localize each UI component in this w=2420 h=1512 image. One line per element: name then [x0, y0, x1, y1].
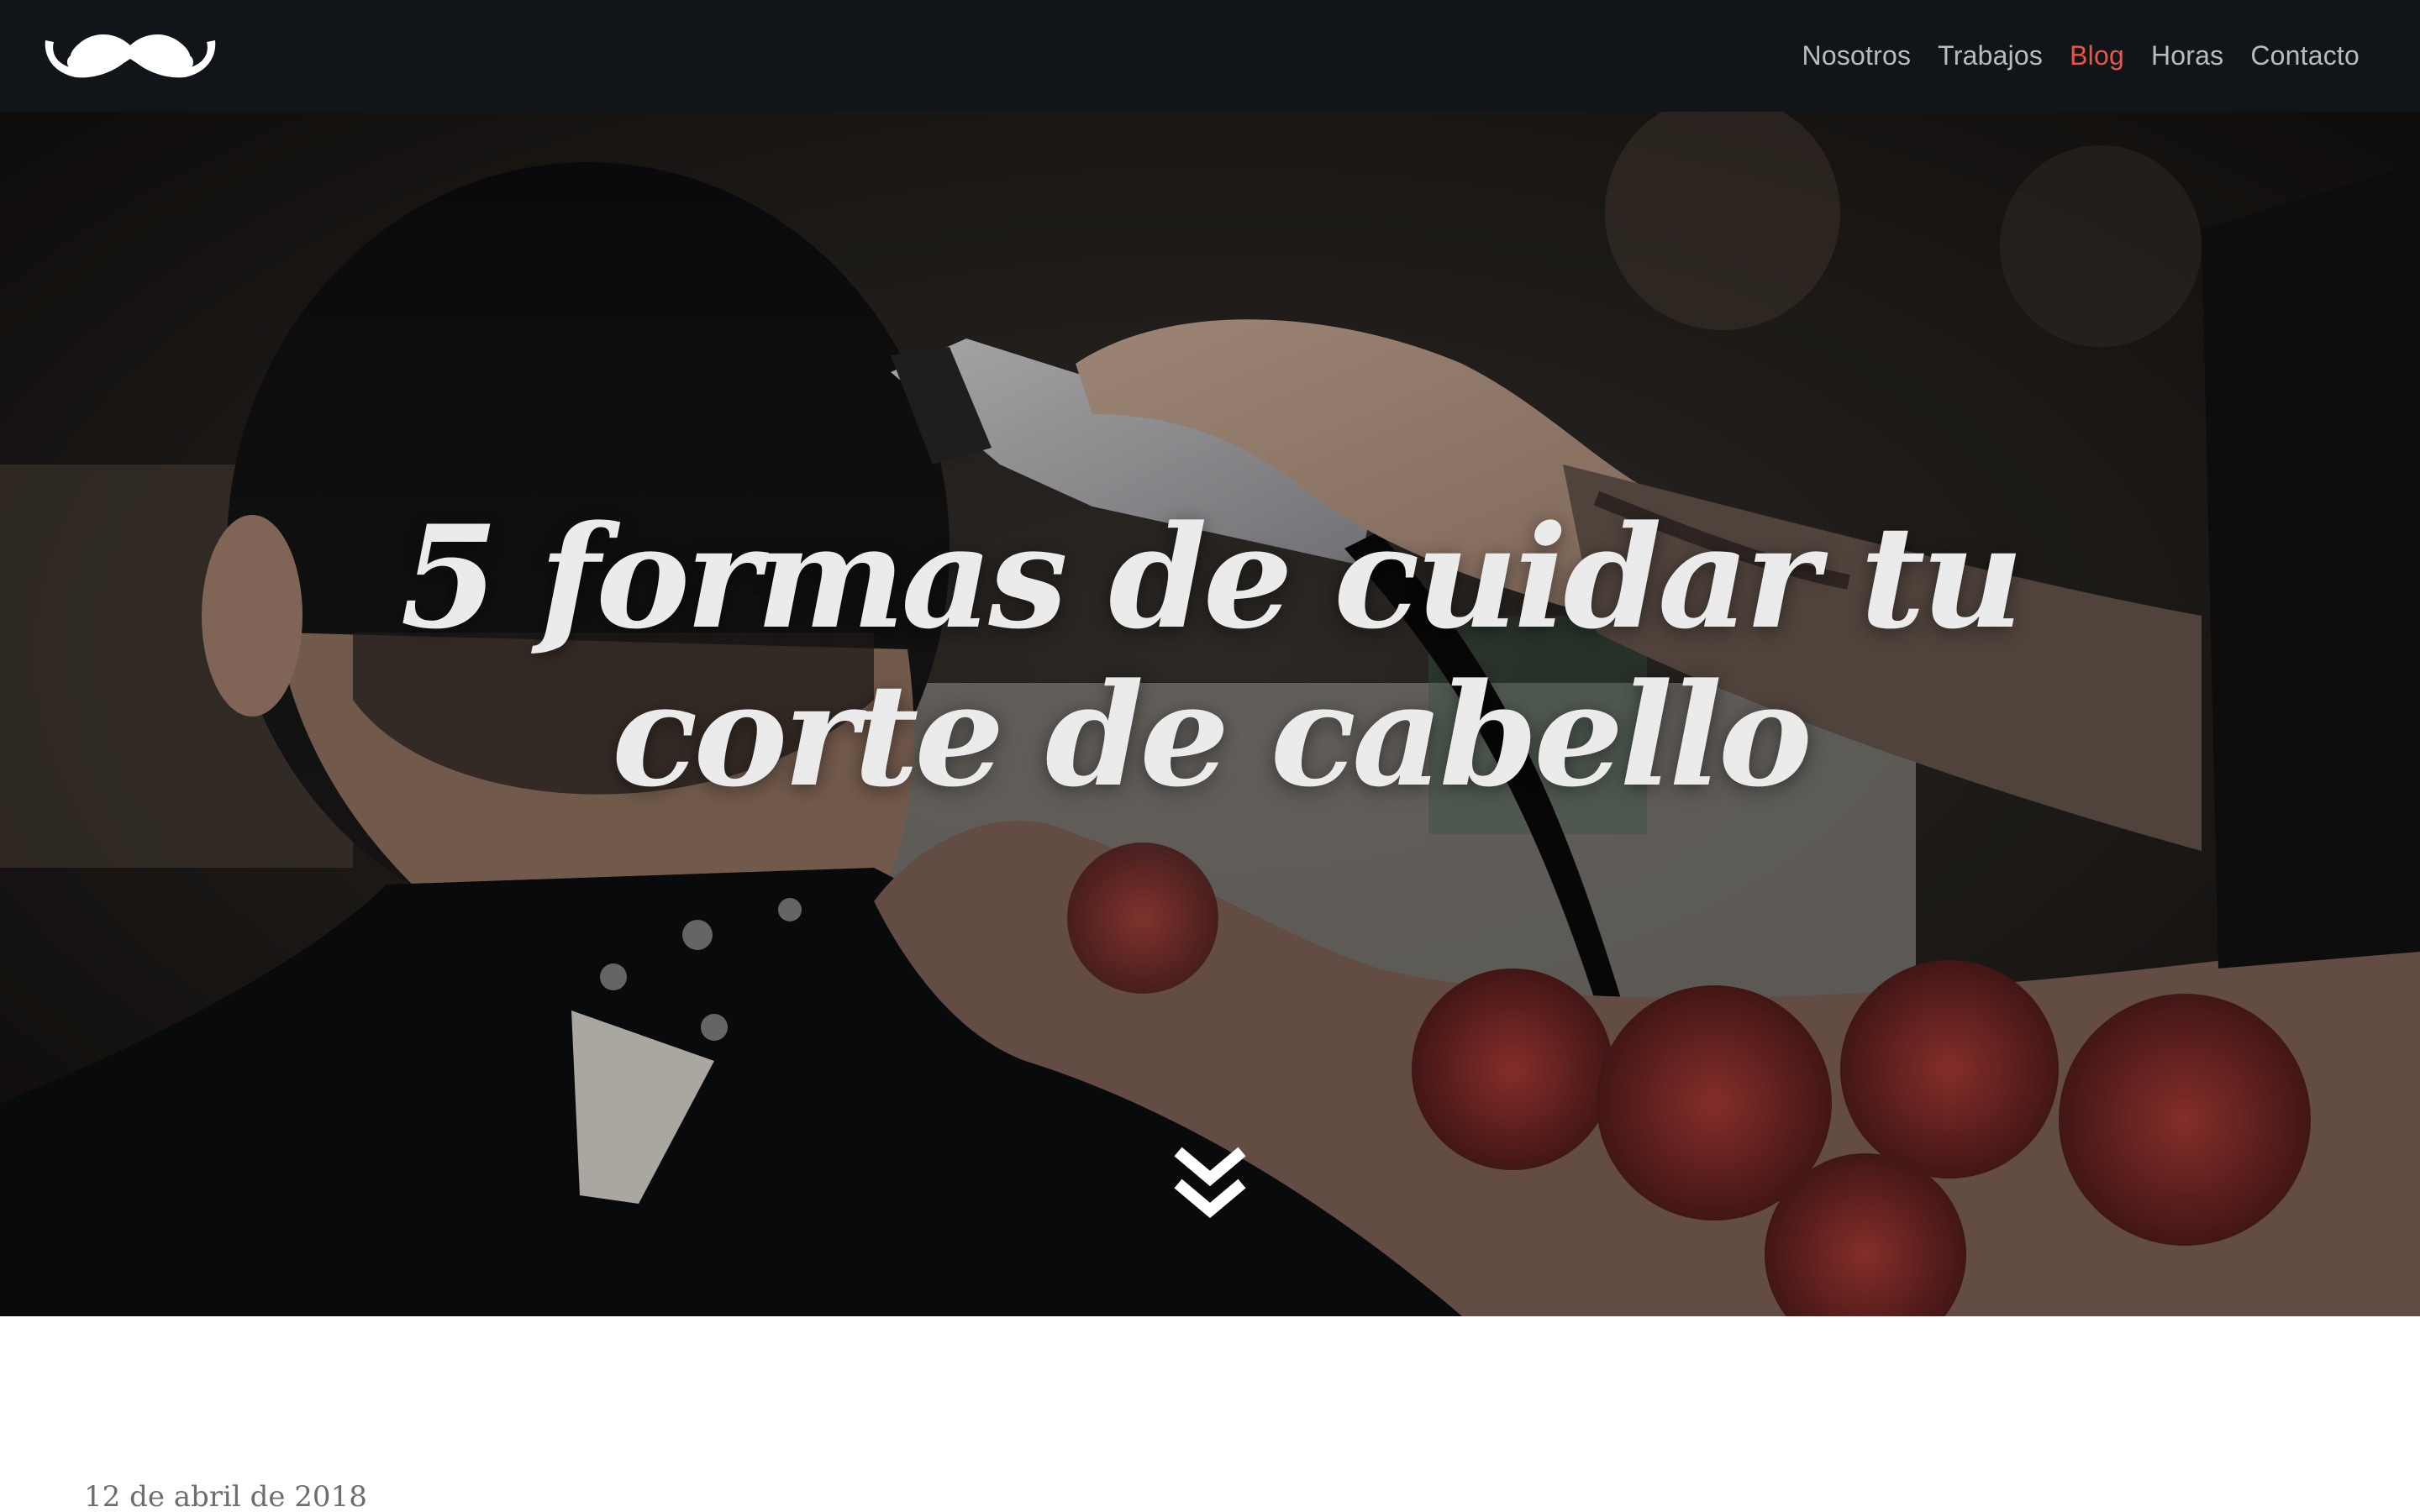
mustache-icon[interactable]: [42, 24, 218, 82]
blog-post-page: Nosotros Trabajos Blog Horas Contacto 5 …: [0, 0, 2420, 1512]
nav-link-contacto[interactable]: Contacto: [2250, 40, 2360, 71]
nav-link-blog[interactable]: Blog: [2070, 40, 2124, 71]
post-date: 12 de abril de 2018: [84, 1480, 367, 1512]
nav-link-trabajos[interactable]: Trabajos: [1938, 40, 2043, 71]
hero-banner: 5 formas de cuidar tu corte de cabello: [0, 112, 2420, 1316]
top-navbar: Nosotros Trabajos Blog Horas Contacto: [0, 0, 2420, 112]
nav-link-nosotros[interactable]: Nosotros: [1802, 40, 1912, 71]
nav-link-horas[interactable]: Horas: [2151, 40, 2223, 71]
post-title: 5 formas de cuidar tu corte de cabello: [400, 494, 2023, 818]
double-chevron-down-icon[interactable]: [1171, 1145, 1249, 1222]
main-nav: Nosotros Trabajos Blog Horas Contacto: [1802, 0, 2360, 112]
